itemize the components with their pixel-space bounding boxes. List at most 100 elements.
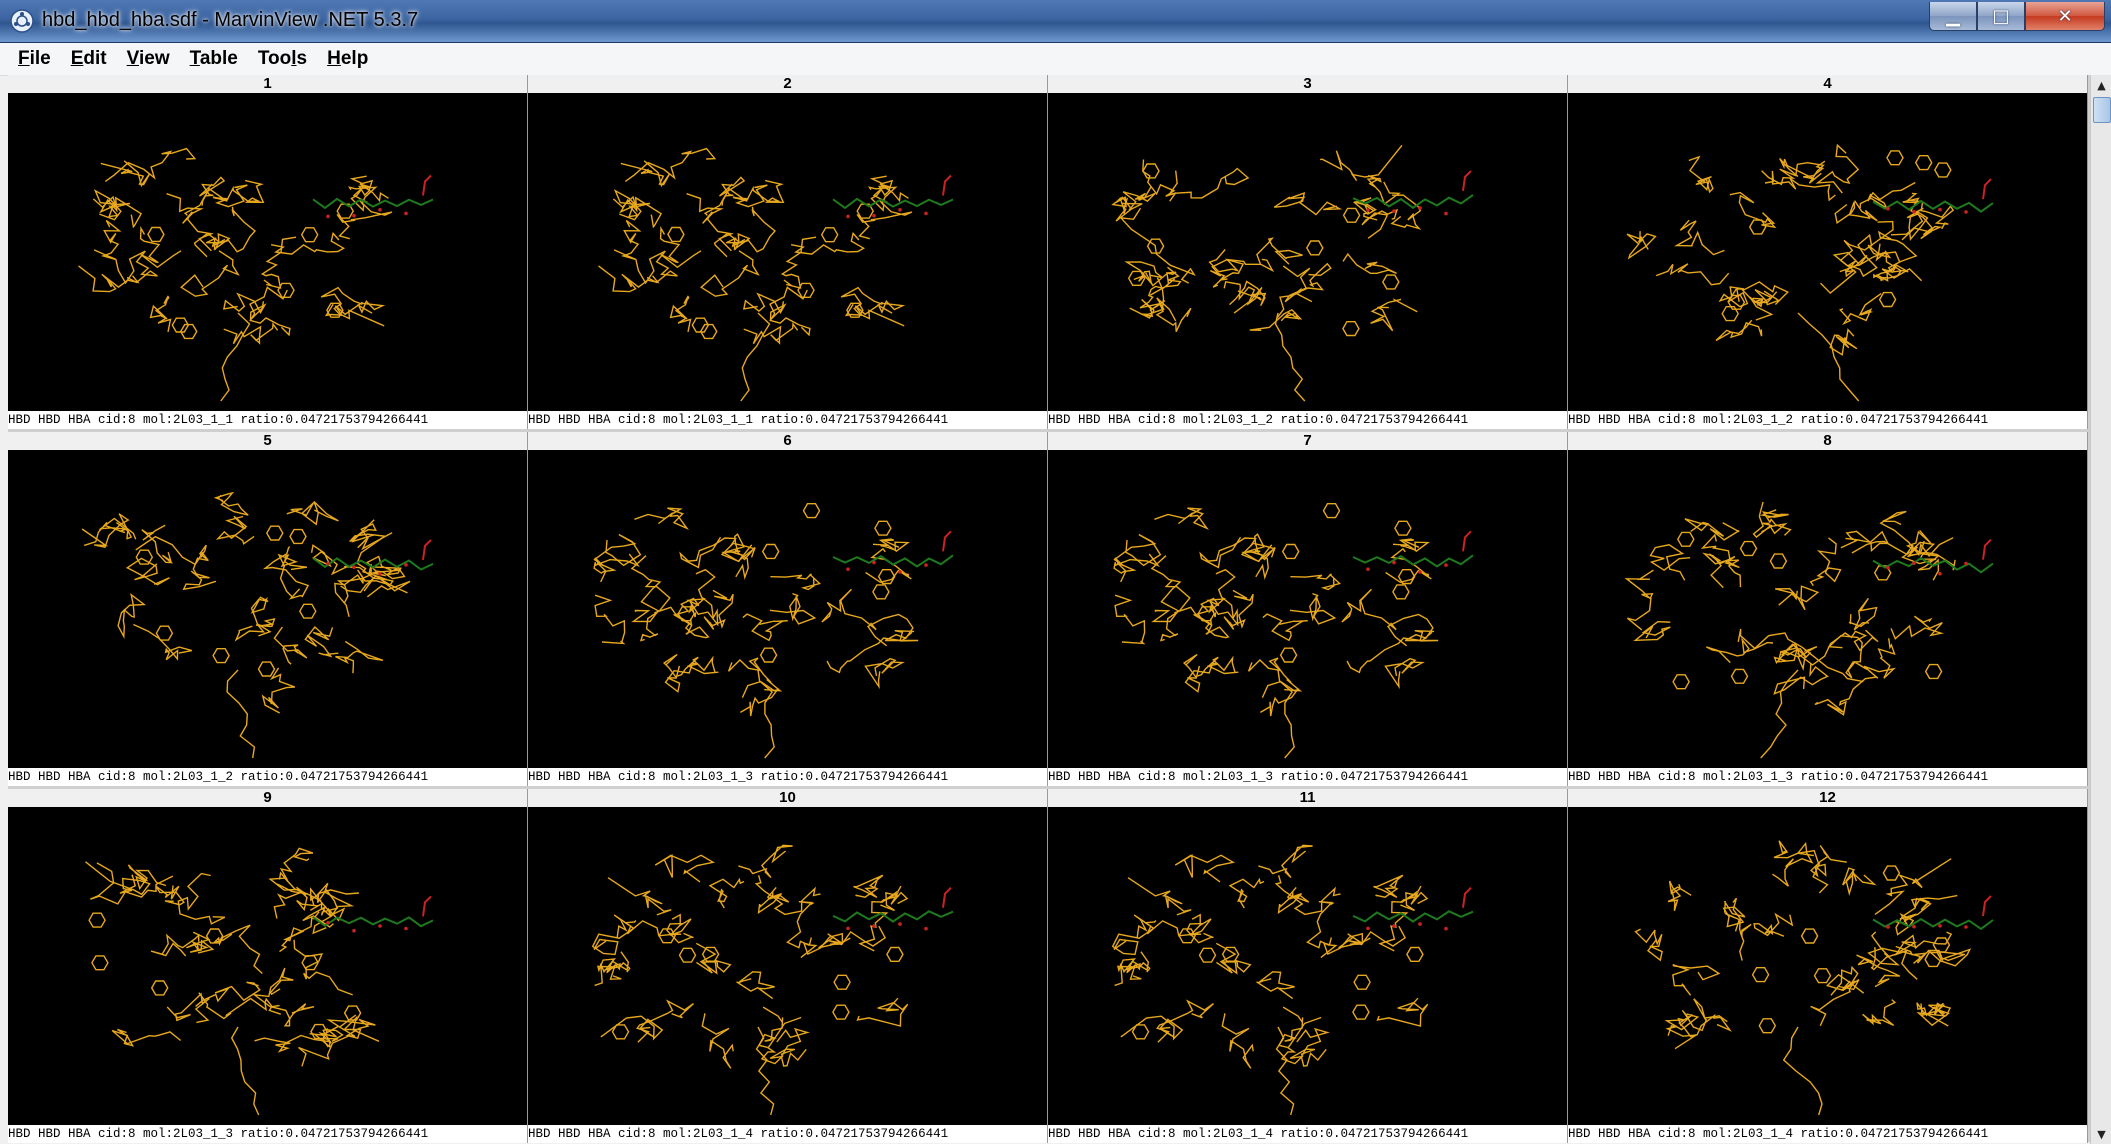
protein-chain xyxy=(1384,657,1425,690)
protein-chain xyxy=(1277,1006,1304,1049)
ligand-chain xyxy=(1352,910,1474,923)
oxygen-bond xyxy=(1982,178,1992,200)
oxygen-atom xyxy=(1418,570,1422,574)
molecule-structure-image xyxy=(598,147,954,402)
molecule-view[interactable] xyxy=(8,450,527,768)
protein-chain xyxy=(853,874,884,899)
aromatic-ring xyxy=(310,1023,328,1040)
oxygen-atom xyxy=(326,214,330,219)
protein-chain xyxy=(1649,544,1691,581)
protein-chain xyxy=(1209,258,1245,288)
scroll-thumb[interactable] xyxy=(2093,97,2111,123)
protein-chain xyxy=(149,295,172,333)
protein-chain xyxy=(141,524,174,564)
molecule-cell-1[interactable]: 1 HBD HBD HBA cid:8 mol:2L03_1_1 ratio:0… xyxy=(8,75,528,429)
aromatic-ring xyxy=(1758,1018,1777,1034)
title-bar[interactable]: hbd_hbd_hba.sdf - MarvinView .NET 5.3.7 … xyxy=(0,0,2111,43)
aromatic-ring xyxy=(1933,162,1952,178)
oxygen-atom xyxy=(1938,207,1942,212)
oxygen-atom xyxy=(1444,926,1448,931)
close-button[interactable]: ✕ xyxy=(2025,2,2105,31)
molecule-cell-2[interactable]: 2 HBD HBD HBA cid:8 mol:2L03_1_1 ratio:0… xyxy=(528,75,1048,429)
protein-chain xyxy=(250,596,272,637)
protein-chain xyxy=(1386,613,1439,647)
protein-chain xyxy=(223,292,267,322)
aromatic-ring xyxy=(91,955,109,971)
menu-view[interactable]: View xyxy=(125,48,172,70)
protein-chain xyxy=(1814,676,1877,716)
menu-table[interactable]: Table xyxy=(188,48,240,70)
molecule-structure-image xyxy=(1113,503,1474,759)
oxygen-atom xyxy=(898,570,902,574)
molecule-cell-11[interactable]: 11 HBD HBD HBA cid:8 mol:2L03_1_4 ratio:… xyxy=(1048,789,1568,1143)
molecule-cell-10[interactable]: 10 HBD HBD HBA cid:8 mol:2L03_1_4 ratio:… xyxy=(528,789,1048,1143)
molecule-view[interactable] xyxy=(1048,450,1567,768)
protein-chain xyxy=(1400,891,1429,912)
molecule-structure-image xyxy=(1111,844,1474,1116)
molecule-view[interactable] xyxy=(1568,450,2087,768)
oxygen-atom xyxy=(846,567,850,571)
scroll-up-arrow-icon[interactable]: ▲ xyxy=(2091,75,2111,95)
aromatic-ring xyxy=(1131,1024,1150,1040)
protein-chain xyxy=(1705,637,1774,664)
molecule-view[interactable] xyxy=(8,807,527,1125)
cell-caption: HBD HBD HBA cid:8 mol:2L03_1_1 ratio:0.0… xyxy=(8,411,527,429)
vertical-scrollbar[interactable]: ▲ ▼ xyxy=(2090,75,2111,1144)
aromatic-ring xyxy=(759,647,778,663)
scroll-down-arrow-icon[interactable]: ▼ xyxy=(2091,1124,2111,1144)
molecule-cell-8[interactable]: 8 HBD HBD HBA cid:8 mol:2L03_1_3 ratio:0… xyxy=(1568,432,2088,786)
menu-edit[interactable]: Edit xyxy=(69,48,109,70)
oxygen-atom xyxy=(1886,925,1890,929)
aromatic-ring xyxy=(1279,647,1298,663)
molecule-view[interactable] xyxy=(528,807,1047,1125)
cell-index-header: 1 xyxy=(8,75,527,93)
aromatic-ring xyxy=(886,946,904,963)
molecule-cell-3[interactable]: 3 HBD HBD HBA cid:8 mol:2L03_1_2 ratio:0… xyxy=(1048,75,1568,429)
protein-chain xyxy=(1890,207,1929,241)
minimize-button[interactable]: ▁ xyxy=(1929,2,1977,31)
molecule-view[interactable] xyxy=(528,450,1047,768)
oxygen-atom xyxy=(1392,209,1396,213)
aromatic-ring xyxy=(1878,291,1897,308)
aromatic-ring xyxy=(1800,928,1819,944)
protein-chain xyxy=(278,847,314,882)
menu-file[interactable]: File xyxy=(16,48,53,70)
protein-chain xyxy=(866,613,919,647)
protein-chain xyxy=(155,885,185,906)
molecule-cell-9[interactable]: 9 HBD HBD HBA cid:8 mol:2L03_1_3 ratio:0… xyxy=(8,789,528,1143)
protein-chain xyxy=(1782,1026,1823,1116)
molecule-cell-7[interactable]: 7 HBD HBD HBA cid:8 mol:2L03_1_3 ratio:0… xyxy=(1048,432,1568,786)
protein-chain xyxy=(1775,585,1820,611)
protein-chain xyxy=(1752,501,1788,539)
oxygen-atom xyxy=(1912,209,1916,214)
molecule-view[interactable] xyxy=(1048,807,1567,1125)
oxygen-atom xyxy=(872,560,876,565)
aromatic-ring xyxy=(1281,543,1300,560)
molecule-view[interactable] xyxy=(8,93,527,411)
protein-chain xyxy=(93,219,122,261)
molecule-view[interactable] xyxy=(1048,93,1567,411)
molecule-view[interactable] xyxy=(528,93,1047,411)
menu-tools[interactable]: Tools xyxy=(256,48,309,70)
cell-index-header: 3 xyxy=(1048,75,1567,93)
protein-chain xyxy=(320,286,385,327)
oxygen-atom xyxy=(846,214,850,219)
molecule-cell-4[interactable]: 4 HBD HBD HBA cid:8 mol:2L03_1_2 ratio:0… xyxy=(1568,75,2088,429)
aromatic-ring xyxy=(1342,207,1361,223)
protein-chain xyxy=(742,613,788,642)
molecule-cell-6[interactable]: 6 HBD HBD HBA cid:8 mol:2L03_1_3 ratio:0… xyxy=(528,432,1048,786)
menu-help[interactable]: Help xyxy=(325,48,370,70)
protein-chain xyxy=(127,864,167,891)
molecule-view[interactable] xyxy=(1568,93,2087,411)
protein-chain xyxy=(802,932,851,955)
maximize-button[interactable]: □ xyxy=(1977,2,2025,31)
protein-chain xyxy=(654,606,710,639)
protein-chain xyxy=(738,844,793,879)
molecule-cell-12[interactable]: 12 HBD HBD HBA cid:8 mol:2L03_1_4 ratio:… xyxy=(1568,789,2088,1143)
molecule-cell-5[interactable]: 5 HBD HBD HBA cid:8 mol:2L03_1_2 ratio:0… xyxy=(8,432,528,786)
oxygen-atom xyxy=(898,208,902,212)
molecule-view[interactable] xyxy=(1568,807,2087,1125)
protein-chain xyxy=(336,199,393,240)
protein-chain xyxy=(1392,538,1430,552)
ligand-chain xyxy=(1352,554,1474,568)
